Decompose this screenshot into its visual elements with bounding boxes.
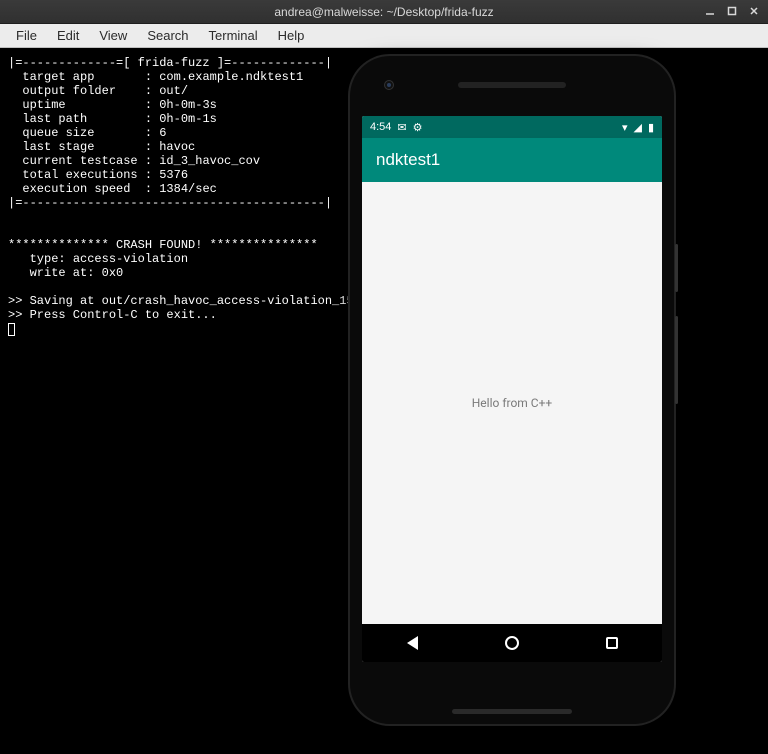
app-bar: ndktest1 (362, 138, 662, 182)
app-content: Hello from C++ (362, 182, 662, 624)
window-title: andrea@malweisse: ~/Desktop/frida-fuzz (274, 5, 493, 19)
maximize-button[interactable] (722, 2, 742, 20)
menu-terminal[interactable]: Terminal (199, 26, 268, 45)
term-label: total executions : (8, 168, 152, 182)
term-value: out/ (159, 84, 188, 98)
term-value: id_3_havoc_cov (159, 154, 260, 168)
terminal-cursor (8, 323, 15, 336)
term-label: output folder : (8, 84, 152, 98)
nav-back-button[interactable] (382, 624, 442, 662)
menu-file[interactable]: File (6, 26, 47, 45)
term-value: com.example.ndktest1 (159, 70, 303, 84)
term-line: |=-------------=[ frida-fuzz ]=---------… (8, 56, 332, 70)
term-label: uptime : (8, 98, 152, 112)
term-label: execution speed : (8, 182, 152, 196)
android-navbar (362, 624, 662, 662)
battery-icon: ▮ (648, 121, 654, 134)
term-label: current testcase : (8, 154, 152, 168)
term-value: 5376 (159, 168, 188, 182)
content-text: Hello from C++ (472, 396, 552, 410)
home-circle-icon (505, 636, 519, 650)
menu-search[interactable]: Search (137, 26, 198, 45)
term-line: |=--------------------------------------… (8, 196, 332, 210)
overview-square-icon (606, 637, 618, 649)
term-label: queue size : (8, 126, 152, 140)
term-label: write at: (8, 266, 94, 280)
signal-icon: ◢ (633, 121, 641, 134)
menu-help[interactable]: Help (268, 26, 315, 45)
term-label: target app : (8, 70, 152, 84)
window-titlebar: andrea@malweisse: ~/Desktop/frida-fuzz (0, 0, 768, 24)
mail-icon: ✉ (397, 121, 406, 134)
menu-edit[interactable]: Edit (47, 26, 89, 45)
debug-icon: ⚙ (413, 121, 423, 134)
phone-screen[interactable]: 4:54 ✉ ⚙ ▾ ◢ ▮ ndktest1 Hello from C++ (362, 116, 662, 662)
back-triangle-icon (407, 636, 418, 650)
menubar: File Edit View Search Terminal Help (0, 24, 768, 48)
nav-overview-button[interactable] (582, 624, 642, 662)
status-time: 4:54 (370, 121, 391, 133)
term-label: last path : (8, 112, 152, 126)
phone-speaker (458, 82, 566, 88)
term-line: >> Saving at out/crash_havoc_access-viol… (8, 294, 354, 308)
term-value: access-violation (73, 252, 188, 266)
menu-view[interactable]: View (89, 26, 137, 45)
term-label: last stage : (8, 140, 152, 154)
term-value: 0h-0m-3s (159, 98, 217, 112)
term-value: 6 (159, 126, 166, 140)
app-title: ndktest1 (376, 150, 440, 170)
term-value: 1384/sec (159, 182, 217, 196)
phone-frame: 4:54 ✉ ⚙ ▾ ◢ ▮ ndktest1 Hello from C++ (350, 56, 674, 724)
phone-home-bar (452, 709, 572, 714)
close-button[interactable] (744, 2, 764, 20)
term-value: 0x0 (102, 266, 124, 280)
minimize-button[interactable] (700, 2, 720, 20)
term-crash: ************** CRASH FOUND! ************… (8, 238, 318, 252)
term-line: >> Press Control-C to exit... (8, 308, 217, 322)
term-value: 0h-0m-1s (159, 112, 217, 126)
phone-camera (384, 80, 394, 90)
phone-side-button (675, 316, 678, 404)
nav-home-button[interactable] (482, 624, 542, 662)
android-statusbar[interactable]: 4:54 ✉ ⚙ ▾ ◢ ▮ (362, 116, 662, 138)
phone-side-button (675, 244, 678, 292)
wifi-icon: ▾ (622, 121, 628, 134)
window-controls (700, 2, 764, 20)
term-label: type: (8, 252, 66, 266)
term-value: havoc (159, 140, 195, 154)
